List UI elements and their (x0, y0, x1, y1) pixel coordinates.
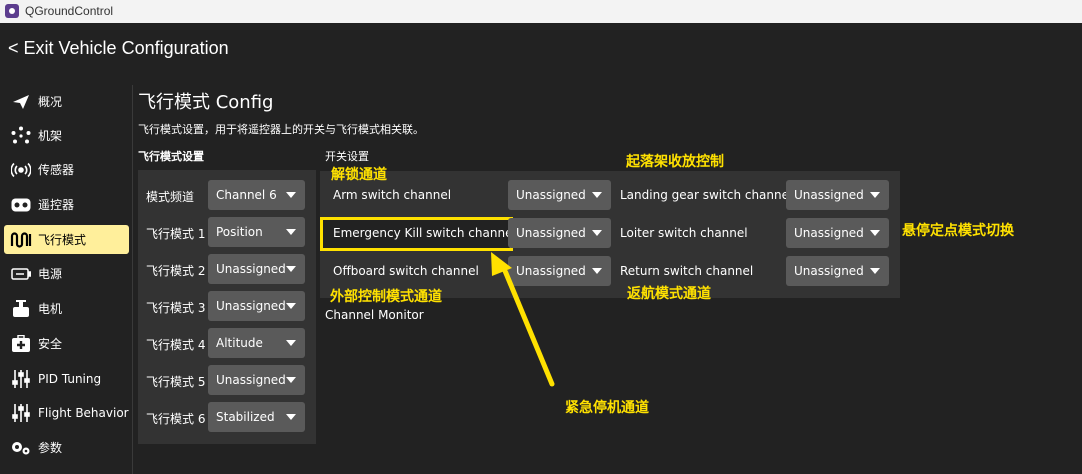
annotation-arrow (491, 252, 555, 387)
